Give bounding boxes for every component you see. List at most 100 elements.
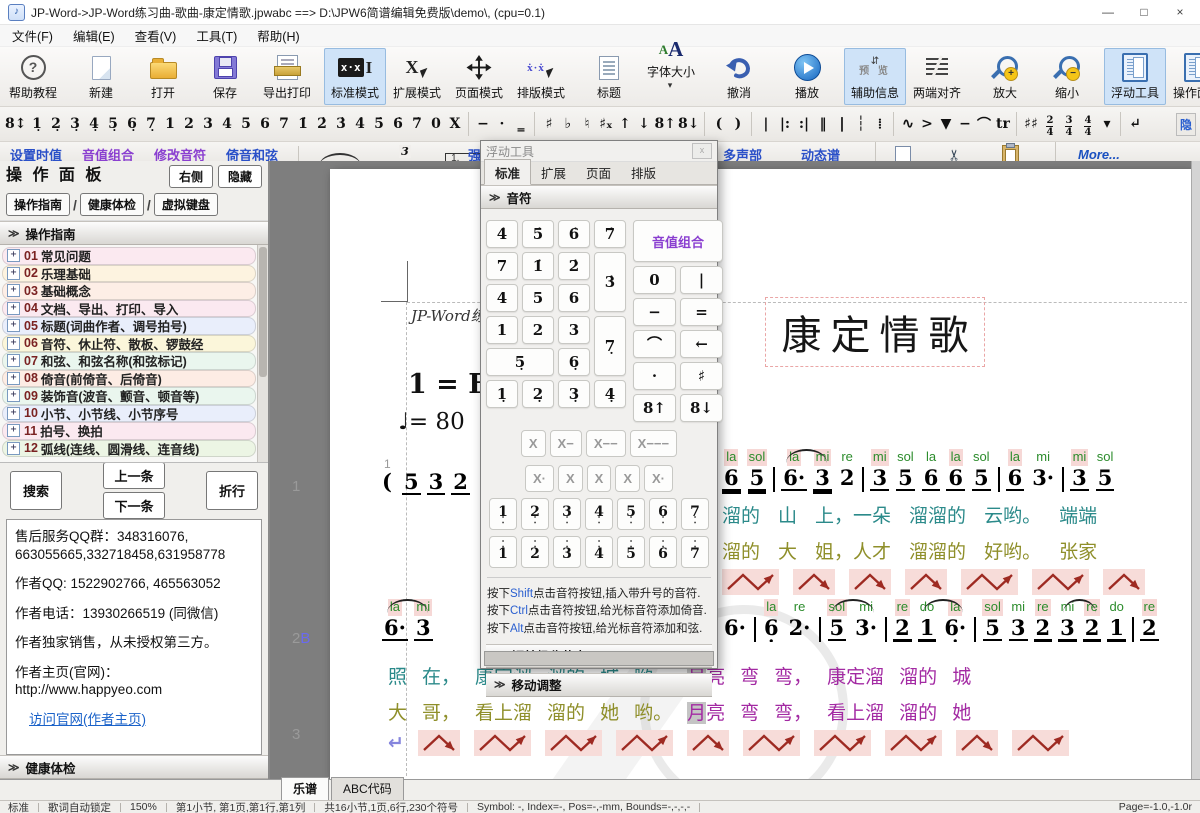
high-octave-button-4[interactable]: ⁚4 (585, 536, 613, 568)
symbol-button-49[interactable]: ∿ (898, 114, 917, 134)
note[interactable]: 6· (722, 599, 748, 639)
note-button-2̣[interactable]: 2̣ (522, 380, 554, 408)
lyric-word[interactable]: 端端 (1059, 501, 1097, 528)
note-button-3̣[interactable]: 3̣ (558, 380, 590, 408)
percussion-button-X−−−[interactable]: X−−− (630, 430, 677, 457)
note-button-2̇[interactable]: 2̇ (558, 252, 590, 280)
symbol-button-7[interactable]: 7̣ (141, 114, 160, 134)
percussion-button[interactable]: X (587, 465, 612, 492)
lyric-word[interactable]: 弯， (774, 698, 812, 725)
note[interactable]: re2· (787, 599, 813, 639)
high-octave-button-7[interactable]: ⁚7 (681, 536, 709, 568)
guide-item-03[interactable]: +03基础概念 (2, 282, 256, 300)
lyric-word[interactable]: 在， (422, 662, 460, 689)
symbol-button-36[interactable]: 8↓ (677, 114, 700, 134)
note-button-|[interactable]: | (680, 266, 723, 294)
view-tab-乐谱[interactable]: 乐谱 (281, 777, 329, 800)
note[interactable]: la6 (722, 449, 741, 491)
note[interactable]: re2 (838, 449, 857, 489)
expand-icon[interactable]: + (7, 354, 20, 367)
expand-icon[interactable]: + (7, 284, 20, 297)
float-tab-标准[interactable]: 标准 (484, 159, 531, 185)
lyric-word[interactable]: 她 (600, 698, 619, 725)
expand-icon[interactable]: + (7, 249, 20, 262)
close-button[interactable]: × (1162, 1, 1198, 23)
lyric-word[interactable]: 大 (778, 537, 797, 564)
symbol-button-30[interactable]: ♭ (558, 114, 577, 134)
lyric-word[interactable]: 溜的 (899, 698, 937, 725)
note[interactable]: re2 (1140, 599, 1159, 641)
symbol-button-18[interactable]: 4̇ (350, 114, 369, 134)
lyric-word[interactable]: 好哟。 (984, 537, 1041, 564)
note[interactable]: mi3· (853, 599, 879, 641)
low-octave-button-6[interactable]: 6⁚ (649, 498, 677, 530)
symbol-button-8[interactable]: 1 (160, 114, 179, 134)
note-button-2[interactable]: 2 (522, 316, 554, 344)
note-button-·[interactable]: · (633, 362, 676, 390)
export-print-button[interactable]: 导出打印 (256, 48, 318, 105)
justify-button[interactable]: 两端对齐 (906, 48, 968, 105)
expand-icon[interactable]: + (7, 389, 20, 402)
title-button[interactable]: 标题 (578, 48, 640, 105)
panel-tab-3[interactable]: 虚拟键盘 (154, 193, 218, 216)
low-octave-button-5[interactable]: 5⁚ (617, 498, 645, 530)
note[interactable]: la6 (922, 449, 941, 491)
note[interactable]: 3 (427, 453, 446, 495)
page-mode-button[interactable]: 页面模式 (448, 48, 510, 105)
view-tab-ABC代码[interactable]: ABC代码 (331, 777, 404, 800)
lyric-word[interactable]: 溜的 (547, 698, 585, 725)
symbol-button-5[interactable]: 5̣ (103, 114, 122, 134)
search-button[interactable]: 搜索 (10, 471, 62, 510)
wrap-button[interactable]: 折行 (206, 471, 258, 510)
lyric-word[interactable]: 姐，人才 (815, 537, 891, 564)
note-button-8↓[interactable]: 8↓ (680, 394, 723, 422)
note-button-=[interactable]: = (680, 298, 723, 326)
symbol-button-12[interactable]: 5 (236, 114, 255, 134)
symbol-button-26[interactable]: · (492, 114, 511, 134)
note[interactable]: la6· (382, 599, 408, 641)
lyric-word[interactable]: 城 (952, 662, 971, 689)
note-button-0[interactable]: 0 (633, 266, 676, 294)
note-button-6̇[interactable]: 6̇ (558, 220, 590, 248)
note-button-5[interactable]: 5 (522, 284, 554, 312)
symbol-button-47[interactable]: ⁞ (870, 114, 889, 135)
note-button-4̇[interactable]: 4̇ (486, 220, 518, 248)
guide-item-05[interactable]: +05标题(词曲作者、调号拍号) (2, 317, 256, 335)
symbol-button-51[interactable]: ▼ (936, 114, 955, 134)
float-tab-排版[interactable]: 排版 (621, 160, 666, 184)
new-button[interactable]: 新建 (70, 48, 132, 105)
guide-scrollbar[interactable] (257, 245, 268, 462)
note[interactable]: sol5 (827, 599, 848, 641)
symbol-button-2[interactable]: 2̣ (46, 114, 65, 134)
high-octave-button-3[interactable]: ⁚3 (553, 536, 581, 568)
symbol-button-23[interactable]: X (445, 114, 464, 134)
guide-item-08[interactable]: +08倚音(前倚音、后倚音) (2, 370, 256, 388)
expand-icon[interactable]: + (7, 302, 20, 315)
note[interactable]: sol5 (971, 449, 992, 491)
lyric-word[interactable]: 看上溜 (475, 698, 532, 725)
note-button-1[interactable]: 1 (486, 316, 518, 344)
symbol-button-20[interactable]: 6̇ (388, 114, 407, 134)
symbol-button-3[interactable]: 3̣ (65, 114, 84, 134)
symbol-button-44[interactable]: ‖ (813, 114, 832, 134)
note-button-6̣[interactable]: 6̣ (558, 348, 590, 376)
note[interactable]: la6· (781, 449, 807, 491)
guide-item-09[interactable]: +09装饰音(波音、颤音、顿音等) (2, 387, 256, 405)
symbol-button-32[interactable]: ♯ₓ (596, 114, 615, 134)
font-size-button[interactable]: AA字体大小▾ (640, 48, 702, 105)
float-tab-页面[interactable]: 页面 (576, 160, 621, 184)
note[interactable]: la6· (942, 599, 968, 641)
note[interactable]: mi3 (813, 449, 832, 491)
lyric-word[interactable]: 弯 (740, 698, 759, 725)
lyric-word[interactable]: 张家 (1059, 537, 1097, 564)
standard-mode-button[interactable]: x·xI标准模式 (324, 48, 386, 105)
note[interactable]: sol5 (895, 449, 916, 491)
menu-item-4[interactable]: 工具(T) (186, 24, 247, 47)
expand-icon[interactable]: + (7, 424, 20, 437)
low-octave-button-3[interactable]: 3⁚ (553, 498, 581, 530)
lyric-word[interactable]: 弯， (774, 662, 812, 689)
lyric-word[interactable]: 照 (388, 662, 407, 689)
expand-icon[interactable]: + (7, 407, 20, 420)
symbol-button-1[interactable]: 1̣ (27, 114, 46, 134)
float-tab-扩展[interactable]: 扩展 (531, 160, 576, 184)
